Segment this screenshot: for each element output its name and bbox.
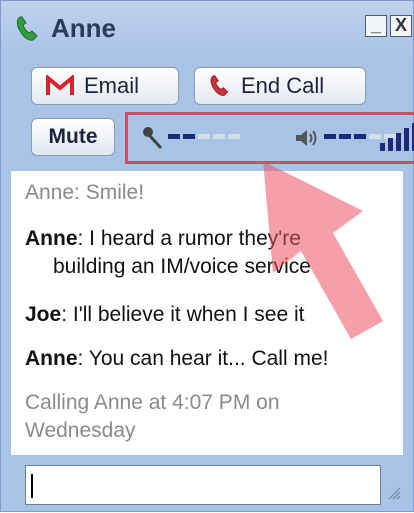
chat-window: Anne _ X Email End Call Mute Anne: Smile… — [0, 0, 414, 512]
chat-message: Anne: You can hear it... Call me! — [25, 345, 395, 373]
message-text: : You can hear it... Call me! — [77, 347, 329, 370]
status-message: Calling Anne at 4:07 PM on Wednesday — [25, 391, 280, 442]
level-segment — [324, 134, 336, 139]
level-segment — [198, 134, 210, 139]
email-button[interactable]: Email — [31, 67, 179, 105]
text-caret — [31, 474, 33, 498]
chat-message: Joe: I'll believe it when I see it — [25, 301, 395, 329]
status-message: Anne: Smile! — [25, 181, 145, 204]
phone-hangup-icon — [209, 73, 231, 99]
title-bar[interactable]: Anne _ X — [1, 1, 413, 55]
signal-strength-icon — [380, 123, 414, 151]
speaker-icon — [294, 126, 320, 155]
level-segment — [183, 134, 195, 139]
mute-button[interactable]: Mute — [31, 118, 115, 156]
message-sender: Anne — [25, 227, 78, 250]
level-segment — [354, 134, 366, 139]
gmail-icon — [46, 75, 74, 97]
chat-message: Anne: I heard a rumor they're building a… — [25, 225, 395, 281]
end-call-label: End Call — [241, 73, 325, 98]
microphone-icon — [140, 125, 164, 156]
chat-transcript: Anne: Smile! Anne: I heard a rumor they'… — [11, 171, 403, 455]
message-sender: Anne — [25, 347, 78, 370]
level-segment — [213, 134, 225, 139]
signal-bar — [396, 133, 401, 151]
resize-grip-icon[interactable] — [385, 484, 401, 505]
message-text: : I'll believe it when I see it — [61, 303, 305, 326]
audio-controls — [125, 112, 414, 164]
mic-volume-slider[interactable] — [168, 134, 240, 139]
minimize-button[interactable]: _ — [365, 15, 387, 37]
email-label: Email — [84, 73, 140, 98]
end-call-button[interactable]: End Call — [194, 67, 366, 105]
window-title: Anne — [51, 13, 116, 43]
close-button[interactable]: X — [390, 15, 412, 37]
phone-icon — [15, 15, 41, 48]
level-segment — [339, 134, 351, 139]
signal-bar — [388, 138, 393, 151]
level-segment — [168, 134, 180, 139]
message-input[interactable] — [25, 465, 381, 505]
input-area — [11, 463, 403, 507]
signal-bar — [380, 143, 385, 151]
message-text: : I heard a rumor they're — [77, 227, 301, 250]
message-text-continued: building an IM/voice service — [53, 255, 311, 278]
message-sender: Joe — [25, 303, 62, 326]
signal-bar — [404, 128, 409, 151]
level-segment — [228, 134, 240, 139]
